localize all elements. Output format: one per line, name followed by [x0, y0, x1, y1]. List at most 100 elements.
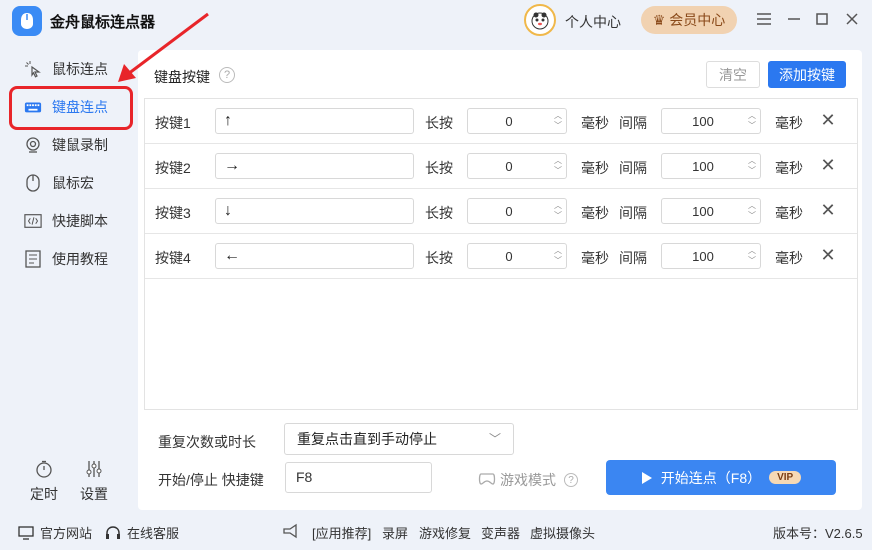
key-input[interactable]: ↑ — [215, 108, 414, 134]
sidebar-item-mouse-macro[interactable]: 鼠标宏 — [0, 164, 138, 202]
official-website-label: 官方网站 — [40, 526, 93, 541]
hotkey-label: 开始/停止 快捷键 — [158, 472, 264, 488]
delete-row-icon[interactable]: ✕ — [819, 155, 837, 175]
interval-value: 100 — [692, 249, 714, 264]
settings-button[interactable]: 设置 — [74, 458, 114, 504]
maximize-icon[interactable] — [813, 10, 831, 28]
play-icon — [641, 471, 652, 484]
sidebar-item-label: 键鼠录制 — [52, 137, 108, 153]
menu-icon[interactable] — [755, 10, 773, 28]
vip-badge: VIP — [769, 471, 802, 484]
stepper-arrows-icon[interactable]: ︿ ﹀ — [746, 246, 758, 266]
key-row-label: 按键1 — [155, 115, 191, 131]
chevron-down-icon: ﹀ — [488, 432, 501, 446]
stepper-arrows-icon[interactable]: ︿ ﹀ — [552, 156, 564, 176]
footer-link-game-repair[interactable]: 游戏修复 — [419, 523, 471, 542]
press-label: 长按 — [425, 115, 453, 131]
help-icon[interactable]: ? — [219, 67, 235, 83]
gamepad-icon — [478, 472, 496, 489]
main-panel: 键盘按键 ? 清空 添加按键 按键1 ↑ 长按 0 ︿ ﹀ 毫秒 间隔 100 ︿… — [138, 50, 862, 510]
footer-link-screen-record[interactable]: 录屏 — [382, 523, 408, 542]
start-click-button[interactable]: 开始连点（F8） VIP — [606, 460, 836, 495]
help-icon[interactable]: ? — [564, 473, 578, 487]
sidebar-item-label: 鼠标宏 — [52, 175, 94, 191]
game-mode-label: 游戏模式 — [500, 472, 556, 488]
interval-label: 间隔 — [619, 205, 647, 221]
cursor-click-icon — [24, 60, 42, 78]
settings-label: 设置 — [80, 486, 108, 502]
key-row: 按键2 → 长按 0 ︿ ﹀ 毫秒 间隔 100 ︿ ﹀ 毫秒 ✕ — [145, 144, 857, 189]
stepper-arrows-icon[interactable]: ︿ ﹀ — [552, 111, 564, 131]
key-input[interactable]: ↓ — [215, 198, 414, 224]
stepper-arrows-icon[interactable]: ︿ ﹀ — [746, 156, 758, 176]
hotkey-input[interactable]: F8 — [285, 462, 432, 493]
version-label: 版本号：V2.6.5 — [773, 526, 863, 541]
footer-link-virtual-camera[interactable]: 虚拟摄像头 — [530, 523, 595, 542]
key-row: 按键4 ← 长按 0 ︿ ﹀ 毫秒 间隔 100 ︿ ﹀ 毫秒 ✕ — [145, 234, 857, 279]
sidebar-item-tutorial[interactable]: 使用教程 — [0, 240, 138, 278]
footer-link-voice-changer[interactable]: 变声器 — [481, 523, 520, 542]
title-bar: 金舟鼠标连点器 个人中心 ♛ 会员中心 — [0, 0, 872, 40]
key-row: 按键3 ↓ 长按 0 ︿ ﹀ 毫秒 间隔 100 ︿ ﹀ 毫秒 ✕ — [145, 189, 857, 234]
online-support-link[interactable]: 在线客服 — [105, 523, 179, 542]
key-row-label: 按键3 — [155, 205, 191, 221]
sidebar-item-label: 鼠标连点 — [52, 61, 108, 77]
interval-label: 间隔 — [619, 250, 647, 266]
stepper-arrows-icon[interactable]: ︿ ﹀ — [552, 246, 564, 266]
delete-row-icon[interactable]: ✕ — [819, 200, 837, 220]
crown-icon: ♛ — [652, 11, 666, 28]
clear-button[interactable]: 清空 — [706, 61, 760, 88]
key-input[interactable]: ← — [215, 243, 414, 269]
key-row-label: 按键4 — [155, 250, 191, 266]
stopwatch-icon — [24, 458, 64, 480]
minimize-icon[interactable] — [785, 10, 803, 28]
interval-value: 100 — [692, 204, 714, 219]
timer-button[interactable]: 定时 — [24, 458, 64, 504]
close-icon[interactable] — [843, 10, 861, 28]
press-duration-stepper[interactable]: 0 ︿ ﹀ — [467, 198, 567, 224]
sidebar-item-record[interactable]: 键鼠录制 — [0, 126, 138, 164]
delete-row-icon[interactable]: ✕ — [819, 245, 837, 265]
webcam-record-icon — [24, 136, 42, 154]
headset-icon — [106, 525, 120, 539]
avatar[interactable] — [524, 4, 556, 36]
interval-label: 间隔 — [619, 115, 647, 131]
personal-center-link[interactable]: 个人中心 — [565, 12, 621, 32]
interval-stepper[interactable]: 100 ︿ ﹀ — [661, 108, 761, 134]
key-row-label: 按键2 — [155, 160, 191, 176]
press-duration-stepper[interactable]: 0 ︿ ﹀ — [467, 153, 567, 179]
stepper-arrows-icon[interactable]: ︿ ﹀ — [746, 201, 758, 221]
interval-stepper[interactable]: 100 ︿ ﹀ — [661, 198, 761, 224]
interval-value: 100 — [692, 159, 714, 174]
interval-stepper[interactable]: 100 ︿ ﹀ — [661, 153, 761, 179]
sidebar-item-quick-script[interactable]: 快捷脚本 — [0, 202, 138, 240]
repeat-select[interactable]: 重复点击直到手动停止 ﹀ — [284, 423, 514, 455]
interval-value: 100 — [692, 114, 714, 129]
key-input[interactable]: → — [215, 153, 414, 179]
add-key-button[interactable]: 添加按键 — [768, 61, 846, 88]
stepper-arrows-icon[interactable]: ︿ ﹀ — [746, 111, 758, 131]
press-duration-value: 0 — [505, 249, 513, 264]
repeat-label: 重复次数或时长 — [158, 434, 256, 450]
press-label: 长按 — [425, 250, 453, 266]
app-recommend-label: [应用推荐] — [312, 526, 372, 541]
mouse-icon — [24, 174, 42, 192]
delete-row-icon[interactable]: ✕ — [819, 110, 837, 130]
timer-label: 定时 — [30, 486, 58, 502]
monitor-icon — [18, 525, 34, 540]
game-mode-toggle[interactable]: 游戏模式 ? — [478, 470, 578, 490]
ms-label: 毫秒 — [775, 250, 803, 266]
press-duration-stepper[interactable]: 0 ︿ ﹀ — [467, 108, 567, 134]
ms-label: 毫秒 — [581, 250, 609, 266]
ms-label: 毫秒 — [581, 205, 609, 221]
online-support-label: 在线客服 — [127, 526, 180, 541]
press-duration-stepper[interactable]: 0 ︿ ﹀ — [467, 243, 567, 269]
official-website-link[interactable]: 官方网站 — [18, 523, 92, 542]
ms-label: 毫秒 — [581, 115, 609, 131]
sidebar-item-mouse-click[interactable]: 鼠标连点 — [0, 50, 138, 88]
vip-center-button[interactable]: ♛ 会员中心 — [641, 6, 737, 34]
stepper-arrows-icon[interactable]: ︿ ﹀ — [552, 201, 564, 221]
interval-stepper[interactable]: 100 ︿ ﹀ — [661, 243, 761, 269]
key-row: 按键1 ↑ 长按 0 ︿ ﹀ 毫秒 间隔 100 ︿ ﹀ 毫秒 ✕ — [145, 99, 857, 144]
press-duration-value: 0 — [505, 114, 513, 129]
